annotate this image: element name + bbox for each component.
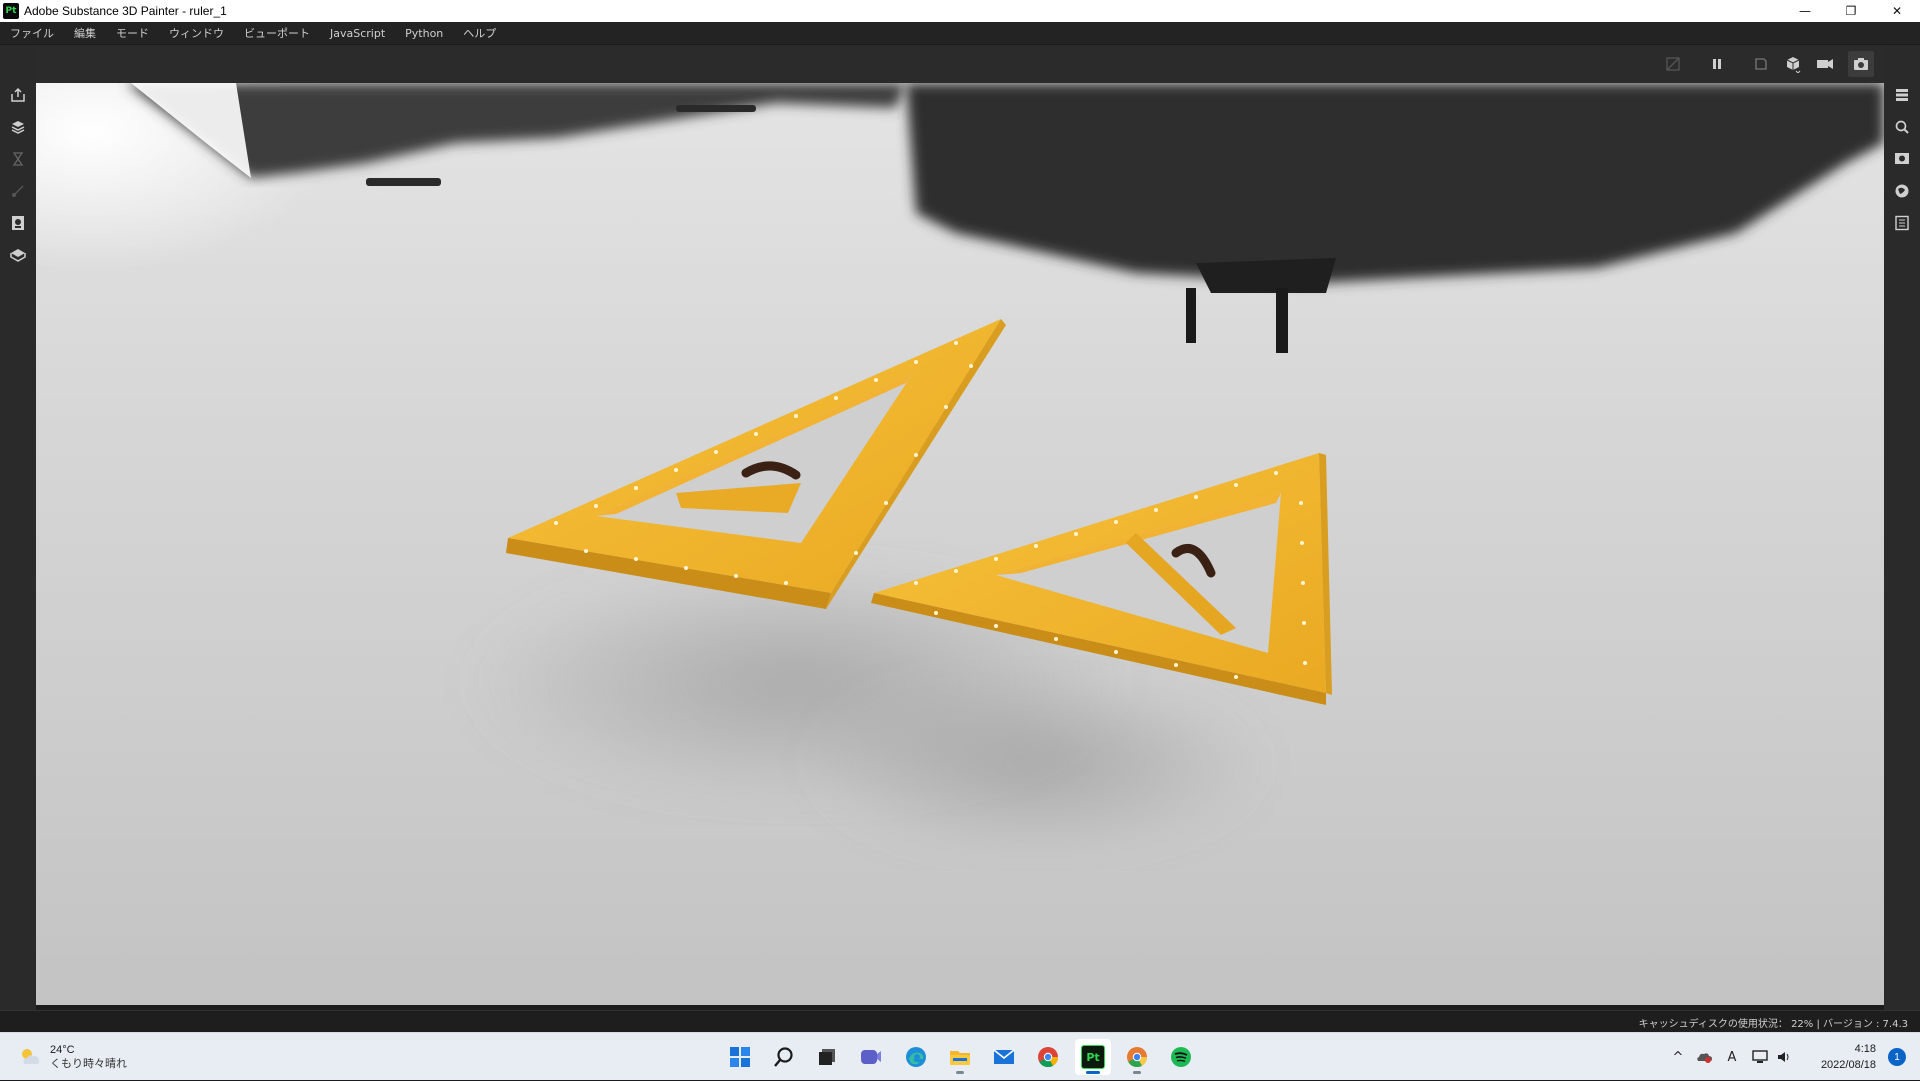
chevron-up-icon[interactable]: ^ <box>1668 1047 1688 1067</box>
notification-badge[interactable]: 1 <box>1888 1048 1906 1066</box>
menu-help[interactable]: ヘルプ <box>463 25 496 41</box>
cube-view-icon[interactable] <box>1780 51 1806 77</box>
task-view-icon[interactable] <box>809 1039 845 1075</box>
running-indicator <box>1133 1071 1141 1074</box>
menu-file[interactable]: ファイル <box>10 25 54 41</box>
chrome-canary-icon[interactable] <box>1119 1039 1155 1075</box>
close-button[interactable]: ✕ <box>1874 0 1920 22</box>
menu-javascript[interactable]: JavaScript <box>330 27 385 40</box>
weather-widget[interactable]: 24°C くもり時々晴れ <box>18 1043 127 1071</box>
menu-viewport[interactable]: ビューポート <box>244 25 310 41</box>
clock-date: 2022/08/18 <box>1820 1059 1876 1071</box>
running-indicator <box>956 1071 964 1074</box>
left-toolbar <box>0 45 36 1010</box>
start-icon[interactable] <box>722 1039 758 1075</box>
viewport-toolbar <box>36 45 1884 83</box>
teams-icon[interactable] <box>853 1039 889 1075</box>
history-icon[interactable] <box>8 149 28 169</box>
status-bar: キャッシュディスクの使用状況： 22% | バージョン : 7.4.3 <box>0 1010 1920 1032</box>
speaker-icon[interactable] <box>1774 1047 1794 1067</box>
search-icon[interactable] <box>766 1039 802 1075</box>
display-settings-icon[interactable] <box>1892 149 1912 169</box>
window-title: Adobe Substance 3D Painter - ruler_1 <box>24 4 227 18</box>
frame-icon[interactable] <box>1748 51 1774 77</box>
search-panel-icon[interactable] <box>1892 117 1912 137</box>
file-explorer-icon[interactable] <box>942 1039 978 1075</box>
onedrive-icon[interactable] <box>1694 1047 1714 1067</box>
menu-mode[interactable]: モード <box>116 25 149 41</box>
screenshot-icon[interactable] <box>1848 51 1874 77</box>
menu-bar: ファイル 編集 モード ウィンドウ ビューポート JavaScript Pyth… <box>0 22 1920 45</box>
layers-3d-icon[interactable] <box>8 245 28 265</box>
right-toolbar <box>1884 45 1920 1010</box>
cache-status-text: キャッシュディスクの使用状況： 22% | バージョン : 7.4.3 <box>1638 1019 1908 1030</box>
edge-icon[interactable] <box>898 1039 934 1075</box>
clock[interactable]: 4:18 2022/08/18 <box>1821 1041 1876 1073</box>
clock-time: 4:18 <box>1854 1043 1876 1055</box>
3d-viewport[interactable] <box>36 83 1884 1005</box>
properties-icon[interactable] <box>1892 213 1912 233</box>
substance-painter-app-icon: Pt <box>3 3 19 19</box>
viewport-render <box>36 83 1884 1005</box>
ime-indicator[interactable]: A <box>1722 1047 1742 1067</box>
brush-icon[interactable] <box>8 181 28 201</box>
export-icon[interactable] <box>8 85 28 105</box>
substance-painter-icon[interactable]: Pt <box>1075 1039 1111 1075</box>
menu-edit[interactable]: 編集 <box>74 25 96 41</box>
menu-window[interactable]: ウィンドウ <box>169 25 224 41</box>
camera-icon[interactable] <box>1812 51 1838 77</box>
spotify-icon[interactable] <box>1163 1039 1199 1075</box>
title-bar: Pt Adobe Substance 3D Painter - ruler_1 … <box>0 0 1920 22</box>
partly-cloudy-icon <box>22 1049 40 1064</box>
taskbar: 24°C くもり時々晴れ Pt ^ A 4:18 2022/08/18 1 <box>0 1032 1920 1080</box>
menu-python[interactable]: Python <box>405 27 443 40</box>
bake-icon[interactable] <box>1660 51 1686 77</box>
document-icon[interactable] <box>8 213 28 233</box>
pause-icon[interactable] <box>1704 51 1730 77</box>
painter-logo: Pt <box>1081 1045 1105 1069</box>
window-controls: — ❐ ✕ <box>1782 0 1920 22</box>
mail-icon[interactable] <box>986 1039 1022 1075</box>
weather-temperature: 24°C <box>50 1044 75 1056</box>
layers-panel-icon[interactable] <box>1892 85 1912 105</box>
environment-icon[interactable] <box>1892 181 1912 201</box>
restore-button[interactable]: ❐ <box>1828 0 1874 22</box>
network-icon[interactable] <box>1750 1047 1770 1067</box>
weather-description: くもり時々晴れ <box>50 1057 127 1070</box>
texture-set-icon[interactable] <box>8 117 28 137</box>
chrome-icon[interactable] <box>1030 1039 1066 1075</box>
minimize-button[interactable]: — <box>1782 0 1828 22</box>
active-indicator <box>1086 1071 1100 1074</box>
